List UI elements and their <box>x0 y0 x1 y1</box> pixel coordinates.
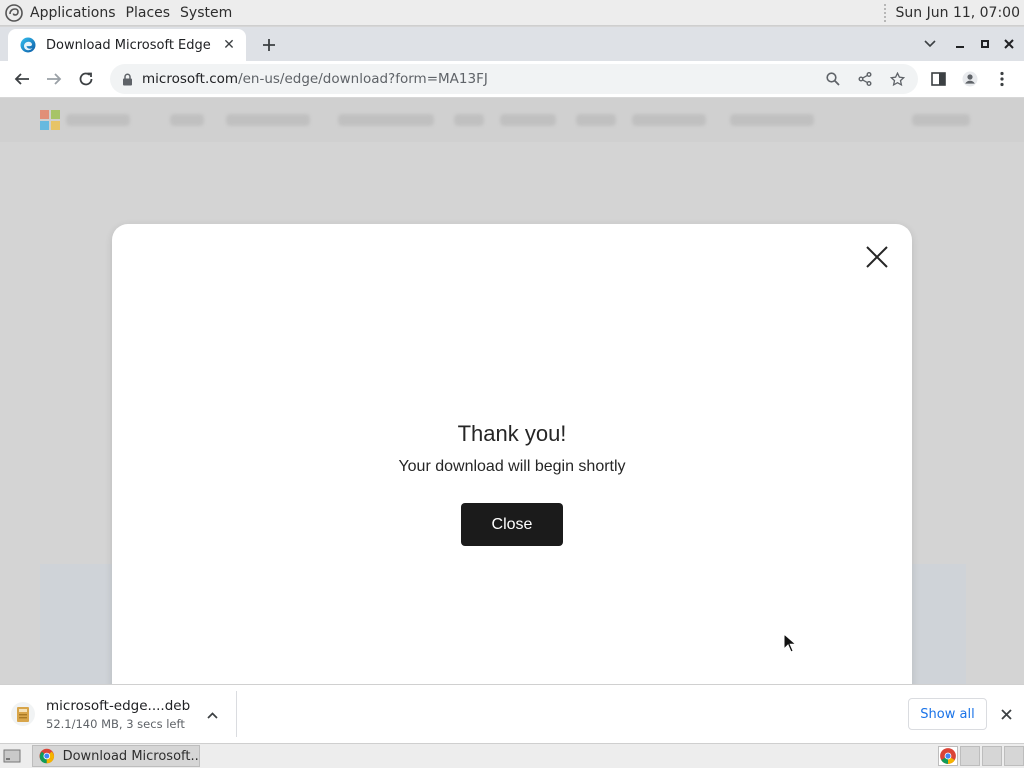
menu-places[interactable]: Places <box>126 5 171 21</box>
show-all-button[interactable]: Show all <box>908 698 987 730</box>
chrome-icon <box>940 748 956 764</box>
dialog-close-icon[interactable] <box>864 244 890 270</box>
edge-icon <box>20 37 36 53</box>
chevron-up-icon[interactable] <box>204 707 220 723</box>
taskbar: Download Microsoft... <box>0 743 1024 768</box>
taskbar-window-label: Download Microsoft... <box>62 748 199 764</box>
lock-icon[interactable] <box>120 72 134 86</box>
top-panel: Applications Places System Sun Jun 11, 0… <box>0 0 1024 26</box>
show-desktop-icon[interactable] <box>2 747 22 765</box>
download-item[interactable]: microsoft-edge....deb 52.1/140 MB, 3 sec… <box>10 693 236 735</box>
download-dialog: Thank you! Your download will begin shor… <box>112 224 912 684</box>
tab-title: Download Microsoft Edge <box>46 37 211 53</box>
file-icon <box>10 701 36 727</box>
more-menu-icon[interactable] <box>990 67 1014 91</box>
shelf-divider <box>236 691 237 737</box>
background-site-nav <box>0 98 1024 142</box>
minimize-icon[interactable] <box>950 34 970 54</box>
forward-icon[interactable] <box>41 66 67 92</box>
distro-logo-icon[interactable] <box>4 3 24 23</box>
tab-strip: Download Microsoft Edge ✕ <box>0 27 1024 61</box>
mouse-cursor-icon <box>783 633 795 653</box>
maximize-icon[interactable] <box>975 34 995 54</box>
download-file-name: microsoft-edge....deb <box>46 697 191 714</box>
workspace-4[interactable] <box>1004 746 1024 766</box>
tab-close-icon[interactable]: ✕ <box>220 36 238 54</box>
download-status: 52.1/140 MB, 3 secs left <box>46 716 185 731</box>
address-bar[interactable]: microsoft.com/en-us/edge/download?form=M… <box>110 64 918 94</box>
profile-icon[interactable] <box>958 67 982 91</box>
workspace-3[interactable] <box>982 746 1002 766</box>
reload-icon[interactable] <box>73 66 99 92</box>
bookmark-star-icon[interactable] <box>888 70 906 88</box>
zoom-search-icon[interactable] <box>824 70 842 88</box>
window-close-icon[interactable] <box>999 34 1019 54</box>
url-text: microsoft.com/en-us/edge/download?form=M… <box>142 71 488 87</box>
page-content: Thank you! Your download will begin shor… <box>0 98 1024 684</box>
workspace-1[interactable] <box>938 746 958 766</box>
chrome-icon <box>39 748 55 764</box>
panel-grip <box>883 3 890 22</box>
side-panel-icon[interactable] <box>926 67 950 91</box>
url-domain: microsoft.com <box>142 71 239 87</box>
microsoft-logo-icon <box>40 110 60 130</box>
share-icon[interactable] <box>856 70 874 88</box>
dialog-subtext: Your download will begin shortly <box>398 458 626 475</box>
toolbar: microsoft.com/en-us/edge/download?form=M… <box>0 61 1024 98</box>
menu-system[interactable]: System <box>180 5 232 21</box>
browser-tab[interactable]: Download Microsoft Edge ✕ <box>8 29 246 61</box>
tab-search-chevron-icon[interactable] <box>920 34 940 54</box>
new-tab-icon[interactable] <box>258 34 280 56</box>
shelf-close-icon[interactable] <box>998 706 1014 722</box>
dialog-heading: Thank you! <box>457 421 567 446</box>
panel-clock[interactable]: Sun Jun 11, 07:00 <box>896 5 1020 21</box>
workspace-2[interactable] <box>960 746 980 766</box>
dialog-close-button[interactable]: Close <box>461 503 563 546</box>
download-shelf: microsoft-edge....deb 52.1/140 MB, 3 sec… <box>0 684 1024 743</box>
menu-applications[interactable]: Applications <box>30 5 116 21</box>
back-icon[interactable] <box>9 66 35 92</box>
taskbar-window-item[interactable]: Download Microsoft... <box>32 745 200 767</box>
url-path: /en-us/edge/download?form=MA13FJ <box>238 71 488 87</box>
